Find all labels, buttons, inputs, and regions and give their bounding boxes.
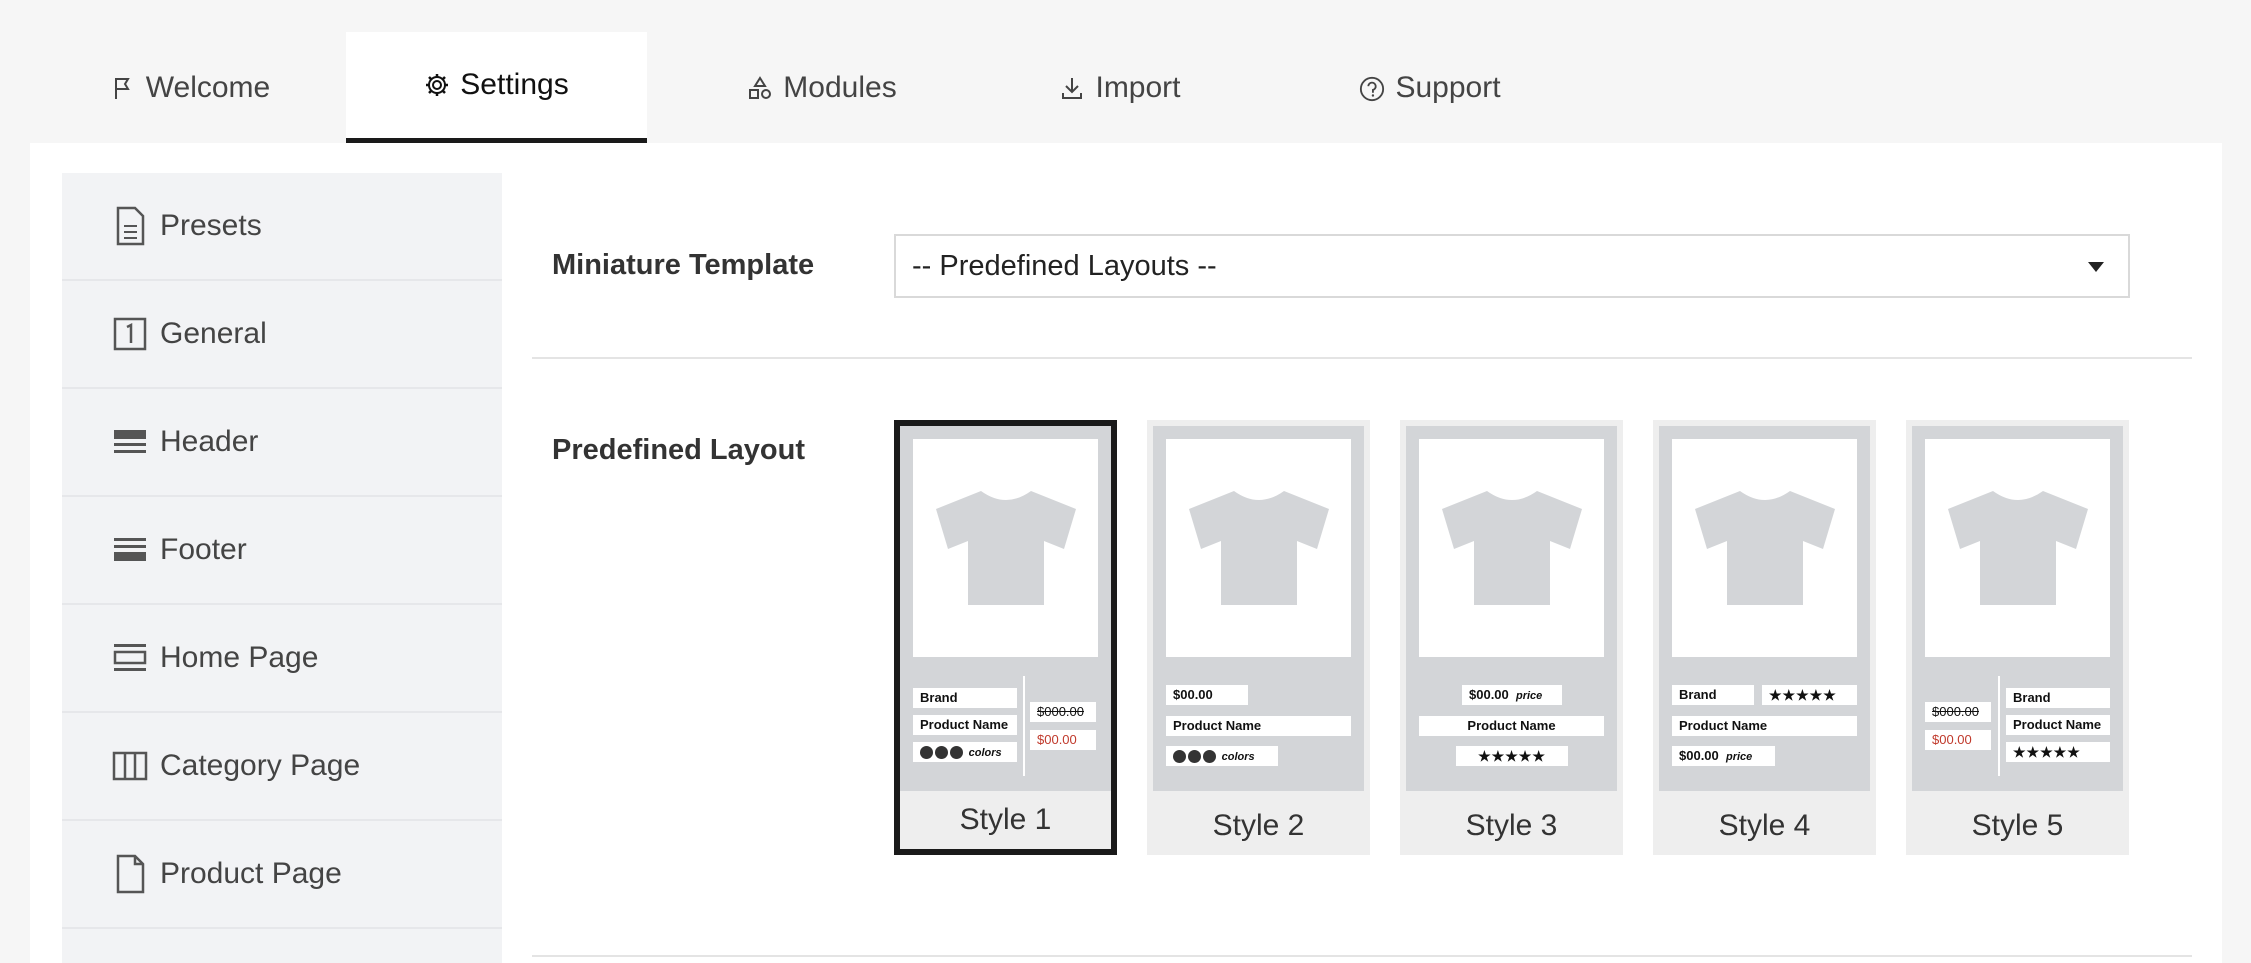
tshirt-icon: [935, 491, 1076, 605]
download-icon: [1059, 75, 1085, 101]
tab-label: Modules: [783, 71, 897, 104]
tab-label: Support: [1395, 71, 1501, 104]
footer-icon: [112, 530, 148, 570]
home-page-icon: [112, 638, 148, 678]
layout-card-style-5[interactable]: $000.00 $00.00 Brand Product Name ★★★★★ …: [1906, 420, 2129, 855]
sidebar-item-label: Presets: [160, 209, 262, 242]
top-tabs: Welcome Settings Modules Import Support: [0, 0, 2251, 145]
mini-old-price: $000.00: [1030, 702, 1096, 722]
columns-icon: [112, 746, 148, 786]
sidebar-item-label: Header: [160, 425, 259, 458]
mini-brand: Brand: [1672, 685, 1754, 705]
help-icon: [1359, 75, 1385, 102]
miniature-template-label: Miniature Template: [552, 249, 815, 281]
product-image: [1672, 439, 1857, 657]
number-one-icon: [112, 314, 148, 354]
tab-support[interactable]: Support: [1310, 32, 1550, 144]
mini-rating: ★★★★★: [1762, 685, 1857, 705]
layout-caption: Style 5: [1971, 809, 2064, 842]
mini-old-price: $000.00: [1925, 702, 1991, 722]
chevron-down-icon: [2088, 262, 2104, 272]
divider: [532, 357, 2192, 359]
miniature-template-select[interactable]: -- Predefined Layouts --: [894, 234, 2130, 298]
product-image: [913, 439, 1098, 657]
gear-icon: [424, 72, 450, 98]
layout-preview: Brand Product Name colors $000.00 $00.00: [900, 426, 1111, 791]
layout-caption: Style 1: [959, 803, 1052, 836]
sidebar-item-label: Product Page: [160, 857, 342, 890]
mini-rating: ★★★★★: [1456, 746, 1568, 766]
mini-price: $00.00: [1166, 685, 1248, 705]
mini-product-name: Product Name: [1166, 716, 1351, 736]
sidebar-item-label: Category Page: [160, 749, 361, 782]
mini-product-name: Product Name: [1672, 716, 1857, 736]
header-icon: [112, 422, 148, 462]
layout-card-style-2[interactable]: $00.00 Product Name colors Style 2: [1147, 420, 1370, 855]
mini-price: $00.00: [1925, 730, 1991, 750]
tshirt-icon: [1947, 491, 2088, 605]
tab-modules[interactable]: Modules: [712, 32, 932, 144]
sidebar-item-product-page[interactable]: Product Page: [62, 821, 502, 929]
tab-settings[interactable]: Settings: [346, 32, 647, 144]
sidebar-item-label: Home Page: [160, 641, 319, 674]
layout-preview: $000.00 $00.00 Brand Product Name ★★★★★: [1912, 426, 2123, 791]
mini-brand: Brand: [913, 688, 1017, 708]
layout-preview: Brand ★★★★★ Product Name $00.00 price: [1659, 426, 1870, 791]
layout-card-style-3[interactable]: $00.00 price Product Name ★★★★★ Style 3: [1400, 420, 1623, 855]
sidebar-item-presets[interactable]: Presets: [62, 173, 502, 281]
tab-label: Import: [1095, 71, 1181, 104]
sidebar-item-general[interactable]: General: [62, 281, 502, 389]
product-image: [1419, 439, 1604, 657]
flag-icon: [110, 75, 136, 101]
layout-card-style-4[interactable]: Brand ★★★★★ Product Name $00.00 price St…: [1653, 420, 1876, 855]
mini-rating: ★★★★★: [2006, 742, 2110, 762]
divider: [532, 955, 2192, 957]
layout-preview: $00.00 Product Name colors: [1153, 426, 1364, 791]
separator: [1023, 676, 1025, 776]
tab-label: Welcome: [145, 71, 271, 104]
select-value: -- Predefined Layouts --: [912, 249, 1217, 282]
tab-welcome[interactable]: Welcome: [80, 32, 300, 144]
mini-product-name: Product Name: [2006, 715, 2110, 735]
settings-sidebar: Presets General Header Footer Home Page …: [62, 173, 502, 963]
shapes-icon: [747, 75, 773, 101]
tshirt-icon: [1441, 491, 1582, 605]
separator: [1998, 676, 2000, 776]
mini-colors: colors: [913, 742, 1017, 762]
layout-card-style-1[interactable]: Brand Product Name colors $000.00 $00.00…: [894, 420, 1117, 855]
document-icon: [112, 206, 148, 246]
product-image: [1925, 439, 2110, 657]
mini-product-name: Product Name: [1419, 716, 1604, 736]
layout-preview: $00.00 price Product Name ★★★★★: [1406, 426, 1617, 791]
sidebar-item-label: Footer: [160, 533, 247, 566]
tab-import[interactable]: Import: [1020, 32, 1220, 144]
tab-label: Settings: [460, 68, 569, 101]
layout-caption: Style 2: [1212, 809, 1305, 842]
layout-caption: Style 3: [1465, 809, 1558, 842]
product-image: [1166, 439, 1351, 657]
file-icon: [112, 854, 148, 894]
sidebar-item-category-page[interactable]: Category Page: [62, 713, 502, 821]
sidebar-item-home-page[interactable]: Home Page: [62, 605, 502, 713]
mini-price: $00.00 price: [1462, 685, 1562, 705]
predefined-layout-label: Predefined Layout: [552, 434, 805, 466]
mini-product-name: Product Name: [913, 715, 1017, 735]
mini-colors: colors: [1166, 746, 1278, 766]
layout-caption: Style 4: [1718, 809, 1811, 842]
tshirt-icon: [1694, 491, 1835, 605]
sidebar-item-footer[interactable]: Footer: [62, 497, 502, 605]
mini-price: $00.00: [1030, 730, 1096, 750]
sidebar-item-header[interactable]: Header: [62, 389, 502, 497]
mini-price: $00.00 price: [1672, 746, 1775, 766]
tshirt-icon: [1188, 491, 1329, 605]
sidebar-item-label: General: [160, 317, 267, 350]
mini-brand: Brand: [2006, 688, 2110, 708]
